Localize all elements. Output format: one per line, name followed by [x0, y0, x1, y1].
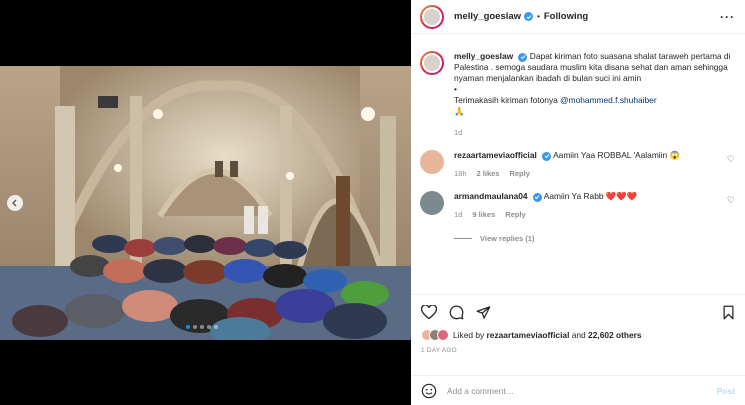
- previous-photo-button[interactable]: [7, 195, 23, 211]
- post-header: melly_goeslaw • Following ···: [411, 0, 745, 34]
- avatar[interactable]: [420, 51, 444, 75]
- media-pane: [0, 0, 411, 405]
- comment-age[interactable]: 1d: [454, 209, 462, 220]
- caption: melly_goeslaw Dapat kiriman foto suasana…: [420, 51, 735, 138]
- liked-by-user[interactable]: rezaartameviaofficial: [487, 330, 570, 340]
- verified-badge-icon: [518, 52, 528, 62]
- comment-text: Aamiin Ya Rabb ❤️❤️❤️: [543, 191, 638, 201]
- dot-separator: •: [537, 12, 540, 21]
- likes-summary: Liked by rezaartameviaofficial and 22,60…: [421, 329, 735, 341]
- comment-icon[interactable]: [449, 305, 464, 320]
- carousel-dot: [200, 325, 204, 329]
- comment-item: rezaartameviaofficial Aamiin Yaa ROBBAL …: [420, 150, 735, 179]
- comment-likes[interactable]: 9 likes: [472, 209, 495, 220]
- comment-username[interactable]: rezaartameviaofficial: [454, 150, 537, 160]
- bookmark-icon[interactable]: [722, 305, 735, 320]
- caption-bullet: •: [454, 84, 457, 94]
- action-bar: Liked by rezaartameviaofficial and 22,60…: [411, 294, 745, 354]
- like-heart-icon[interactable]: [421, 305, 437, 320]
- carousel-dot: [207, 325, 211, 329]
- emoji-icon[interactable]: [421, 383, 437, 399]
- share-icon[interactable]: [476, 305, 491, 320]
- likes-others[interactable]: 22,602 others: [588, 330, 642, 340]
- view-replies-label: View replies (1): [480, 234, 535, 243]
- caption-age[interactable]: 1d: [454, 127, 735, 138]
- mention-link[interactable]: @mohammed.f.shuhaiber: [560, 95, 656, 105]
- caption-thanks: Terimakasih kiriman fotonya: [454, 95, 558, 105]
- author-username[interactable]: melly_goeslaw: [454, 11, 521, 22]
- add-comment-bar: Add a comment… Post: [411, 375, 745, 405]
- post-side-panel: melly_goeslaw • Following ··· melly_goes…: [411, 0, 745, 405]
- carousel-dot: [193, 325, 197, 329]
- verified-badge-icon: [542, 151, 552, 161]
- comments-section: melly_goeslaw Dapat kiriman foto suasana…: [411, 35, 745, 293]
- more-options-icon[interactable]: ···: [720, 10, 735, 24]
- comment-likes[interactable]: 2 likes: [477, 168, 500, 179]
- comment-age[interactable]: 18h: [454, 168, 467, 179]
- carousel-dots: [186, 325, 218, 329]
- reply-button[interactable]: Reply: [509, 168, 529, 179]
- post-comment-button[interactable]: Post: [717, 386, 735, 396]
- avatar[interactable]: [420, 150, 444, 174]
- carousel-dot: [186, 325, 190, 329]
- verified-badge-icon: [524, 12, 534, 21]
- heart-icon[interactable]: ♡: [727, 195, 735, 206]
- post-photo[interactable]: [0, 66, 411, 340]
- chevron-left-icon: [12, 199, 17, 207]
- comment-input[interactable]: Add a comment…: [447, 386, 717, 396]
- liked-by-label: Liked by: [453, 330, 485, 340]
- avatar[interactable]: [420, 4, 444, 29]
- following-button[interactable]: Following: [544, 11, 588, 22]
- comment-username[interactable]: armandmaulana04: [454, 191, 528, 201]
- reply-button[interactable]: Reply: [505, 209, 525, 220]
- post-timestamp[interactable]: 1 DAY AGO: [421, 347, 735, 354]
- caption-emoji: 🙏: [454, 106, 465, 116]
- likes-and: and: [571, 330, 586, 340]
- comment-text: Aamiin Yaa ROBBAL 'Aalamiin 😱: [553, 150, 680, 160]
- avatar[interactable]: [420, 191, 444, 215]
- caption-username[interactable]: melly_goeslaw: [454, 51, 513, 61]
- carousel-dot: [214, 325, 218, 329]
- avatar[interactable]: [437, 329, 449, 341]
- comment-item: armandmaulana04 Aamiin Ya Rabb ❤️❤️❤️ 1d…: [420, 191, 735, 220]
- view-replies-button[interactable]: View replies (1): [454, 234, 735, 243]
- verified-badge-icon: [532, 192, 542, 202]
- heart-icon[interactable]: ♡: [727, 154, 735, 165]
